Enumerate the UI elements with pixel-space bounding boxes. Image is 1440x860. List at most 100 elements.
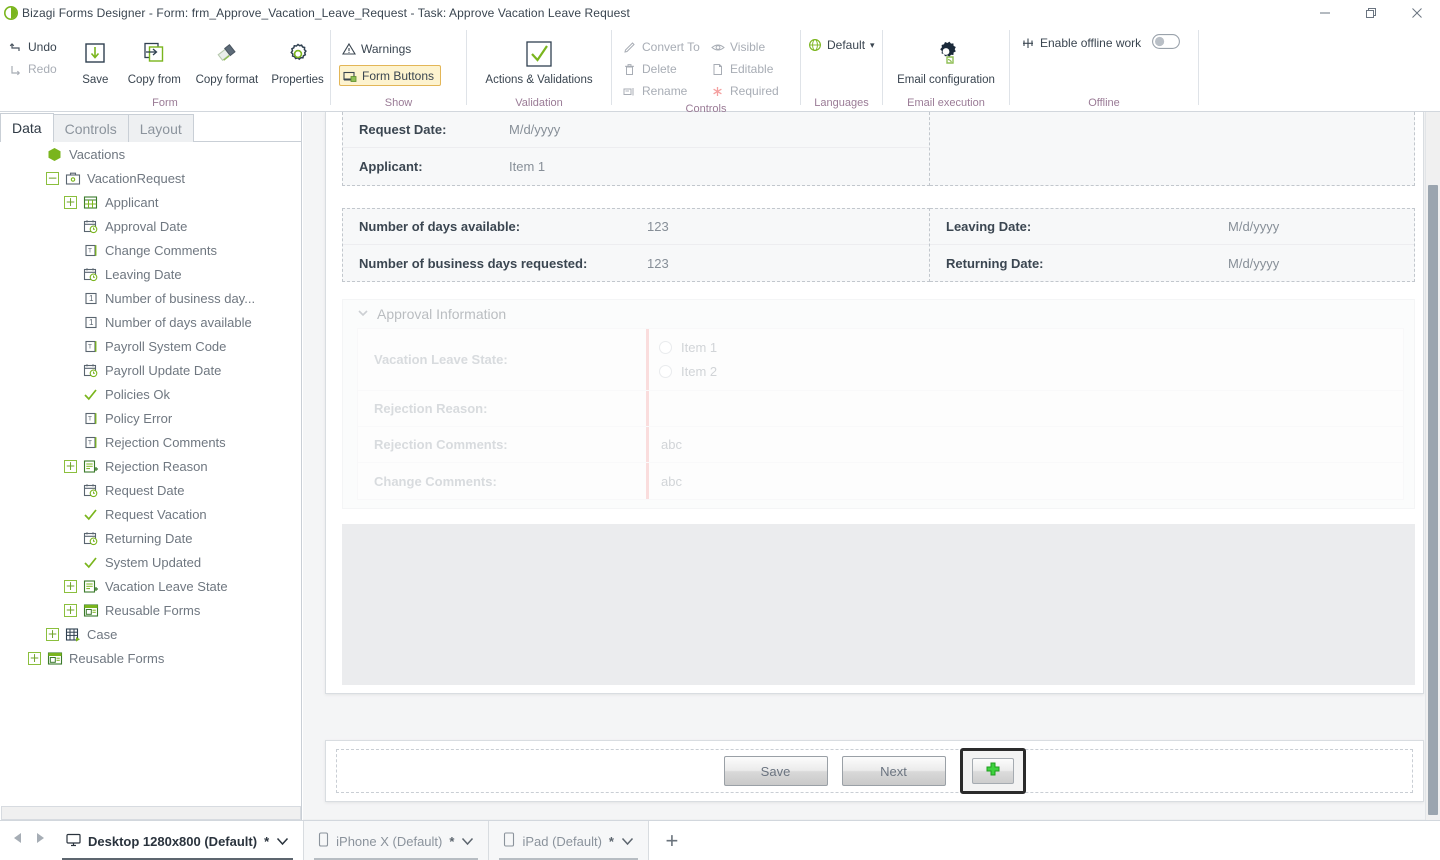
rejection-comments-placeholder[interactable]: abc [661,437,682,452]
tab-controls[interactable]: Controls [52,114,129,142]
copy-from-button[interactable]: Copy from [120,30,189,86]
approval-information-section[interactable]: Approval Information Vacation Leave Stat… [342,299,1415,509]
tree-item[interactable]: Request Vacation [0,502,301,526]
form-empty-area[interactable] [342,524,1415,685]
field-row-business-days[interactable]: Number of business days requested: 123 [343,245,929,281]
left-panel-horizontal-scrollbar[interactable] [1,806,301,820]
chevron-down-icon[interactable] [621,834,634,849]
chevron-down-icon[interactable] [276,834,289,849]
change-comments-placeholder[interactable]: abc [661,474,682,489]
group-days-info[interactable]: Number of days available: 123 Number of … [342,208,930,282]
device-tab-ipad[interactable]: iPad (Default) * [489,821,649,860]
chevron-down-icon[interactable] [357,306,369,322]
field-row-change-comments[interactable]: Change Comments: abc [358,463,1403,499]
radio-option-item-1[interactable]: Item 1 [659,340,1403,355]
group-dates-info[interactable]: Leaving Date: M/d/yyyy Returning Date: M… [930,208,1415,282]
properties-button[interactable]: Properties [265,30,330,86]
leaving-date-value[interactable]: M/d/yyyy [1228,219,1279,234]
field-row-rejection-comments[interactable]: Rejection Comments: abc [358,427,1403,463]
editable-button[interactable]: Editable [708,58,800,80]
delete-button[interactable]: Delete [620,58,708,80]
tree-item[interactable]: Approval Date [0,214,301,238]
tree-collapse-icon[interactable]: − [46,171,59,185]
copy-format-button[interactable]: Copy format [189,30,266,86]
field-row-applicant[interactable]: Applicant: Item 1 [343,148,929,184]
tree-item[interactable]: + Rejection Reason [0,454,301,478]
tree-item[interactable]: + Applicant [0,190,301,214]
minimize-icon[interactable] [1302,0,1348,26]
language-default-dropdown[interactable]: Default ▾ [801,34,881,56]
chevron-down-icon[interactable] [461,834,474,849]
approval-information-header[interactable]: Approval Information [343,300,1414,328]
tree-item[interactable]: T Payroll System Code [0,334,301,358]
field-row-returning-date[interactable]: Returning Date: M/d/yyyy [930,245,1414,281]
tab-layout[interactable]: Layout [127,114,194,142]
tree-item[interactable]: + Case [0,622,301,646]
tree-item[interactable]: Returning Date [0,526,301,550]
field-row-leaving-date[interactable]: Leaving Date: M/d/yyyy [930,209,1414,245]
business-days-value[interactable]: 123 [647,256,669,271]
device-tab-iphone[interactable]: iPhone X (Default) * [304,821,490,860]
field-row-request-date[interactable]: Request Date: M/d/yyyy [343,112,929,148]
tree-expand-icon[interactable]: + [64,195,77,209]
returning-date-value[interactable]: M/d/yyyy [1228,256,1279,271]
radio-icon[interactable] [659,365,672,378]
group-request-info[interactable]: Request Date: M/d/yyyy Applicant: Item 1 [342,112,930,186]
radio-icon[interactable] [659,341,672,354]
field-row-rejection-reason[interactable]: Rejection Reason: [358,391,1403,427]
visible-button[interactable]: Visible [708,36,800,58]
canvas-vertical-scrollbar[interactable] [1425,112,1440,820]
tree-expand-icon[interactable]: + [64,603,77,617]
add-form-button[interactable] [971,758,1014,784]
tree-item[interactable]: Vacations [0,142,301,166]
tree-item[interactable]: T Rejection Comments [0,430,301,454]
field-row-days-available[interactable]: Number of days available: 123 [343,209,929,245]
tree-item[interactable]: 1 Number of days available [0,310,301,334]
required-button[interactable]: Required [708,80,800,102]
rename-button[interactable]: Rename [620,80,708,102]
tree-expand-icon[interactable]: + [64,579,77,593]
form-buttons-toggle[interactable]: Form Buttons [339,65,442,86]
offline-toggle-switch[interactable] [1152,34,1181,52]
device-tab-desktop[interactable]: Desktop 1280x800 (Default) * [52,821,305,860]
redo-button[interactable]: Redo [6,58,71,80]
prev-arrow-icon[interactable] [12,831,24,850]
enable-offline-work-row[interactable]: Enable offline work [1010,32,1186,54]
canvas-vertical-scroll-thumb[interactable] [1428,185,1438,815]
tree-item[interactable]: System Updated [0,550,301,574]
tree-item[interactable]: + Vacation Leave State [0,574,301,598]
tree-item[interactable]: + Reusable Forms [0,598,301,622]
applicant-value[interactable]: Item 1 [509,159,545,174]
next-arrow-icon[interactable] [34,831,46,850]
tree-item[interactable]: Payroll Update Date [0,358,301,382]
radio-option-item-2[interactable]: Item 2 [659,364,1403,379]
tree-item[interactable]: Leaving Date [0,262,301,286]
request-date-value[interactable]: M/d/yyyy [509,122,560,137]
tree-expand-icon[interactable]: + [28,651,41,665]
tree-item[interactable]: 1 Number of business day... [0,286,301,310]
email-configuration-button[interactable]: Email configuration [885,30,1007,86]
data-tree[interactable]: Vacations − VacationRequest + Applicant Appro… [0,142,301,798]
tree-item[interactable]: Request Date [0,478,301,502]
save-button[interactable]: Save [71,30,120,86]
convert-to-button[interactable]: Convert To [620,36,708,58]
tree-item[interactable]: Policies Ok [0,382,301,406]
warnings-button[interactable]: Warnings [339,38,441,60]
field-row-vacation-leave-state[interactable]: Vacation Leave State: Item 1 Item 2 [358,329,1403,391]
undo-button[interactable]: Undo [6,36,71,58]
tree-item[interactable]: − VacationRequest [0,166,301,190]
restore-icon[interactable] [1348,0,1394,26]
tree-item[interactable]: + Reusable Forms [0,646,301,670]
tree-item[interactable]: T Change Comments [0,238,301,262]
add-device-tab-button[interactable]: + [649,821,695,860]
tree-item[interactable]: T Policy Error [0,406,301,430]
next-form-button[interactable]: Next [841,756,946,786]
tree-expand-icon[interactable]: + [46,627,59,641]
actions-validations-button[interactable]: Actions & Validations [469,30,609,86]
days-available-value[interactable]: 123 [647,219,669,234]
tab-data[interactable]: Data [0,113,54,143]
tree-expand-icon[interactable]: + [64,459,77,473]
save-form-button[interactable]: Save [723,756,828,786]
group-top-right-empty[interactable] [930,112,1415,186]
close-icon[interactable] [1394,0,1440,26]
